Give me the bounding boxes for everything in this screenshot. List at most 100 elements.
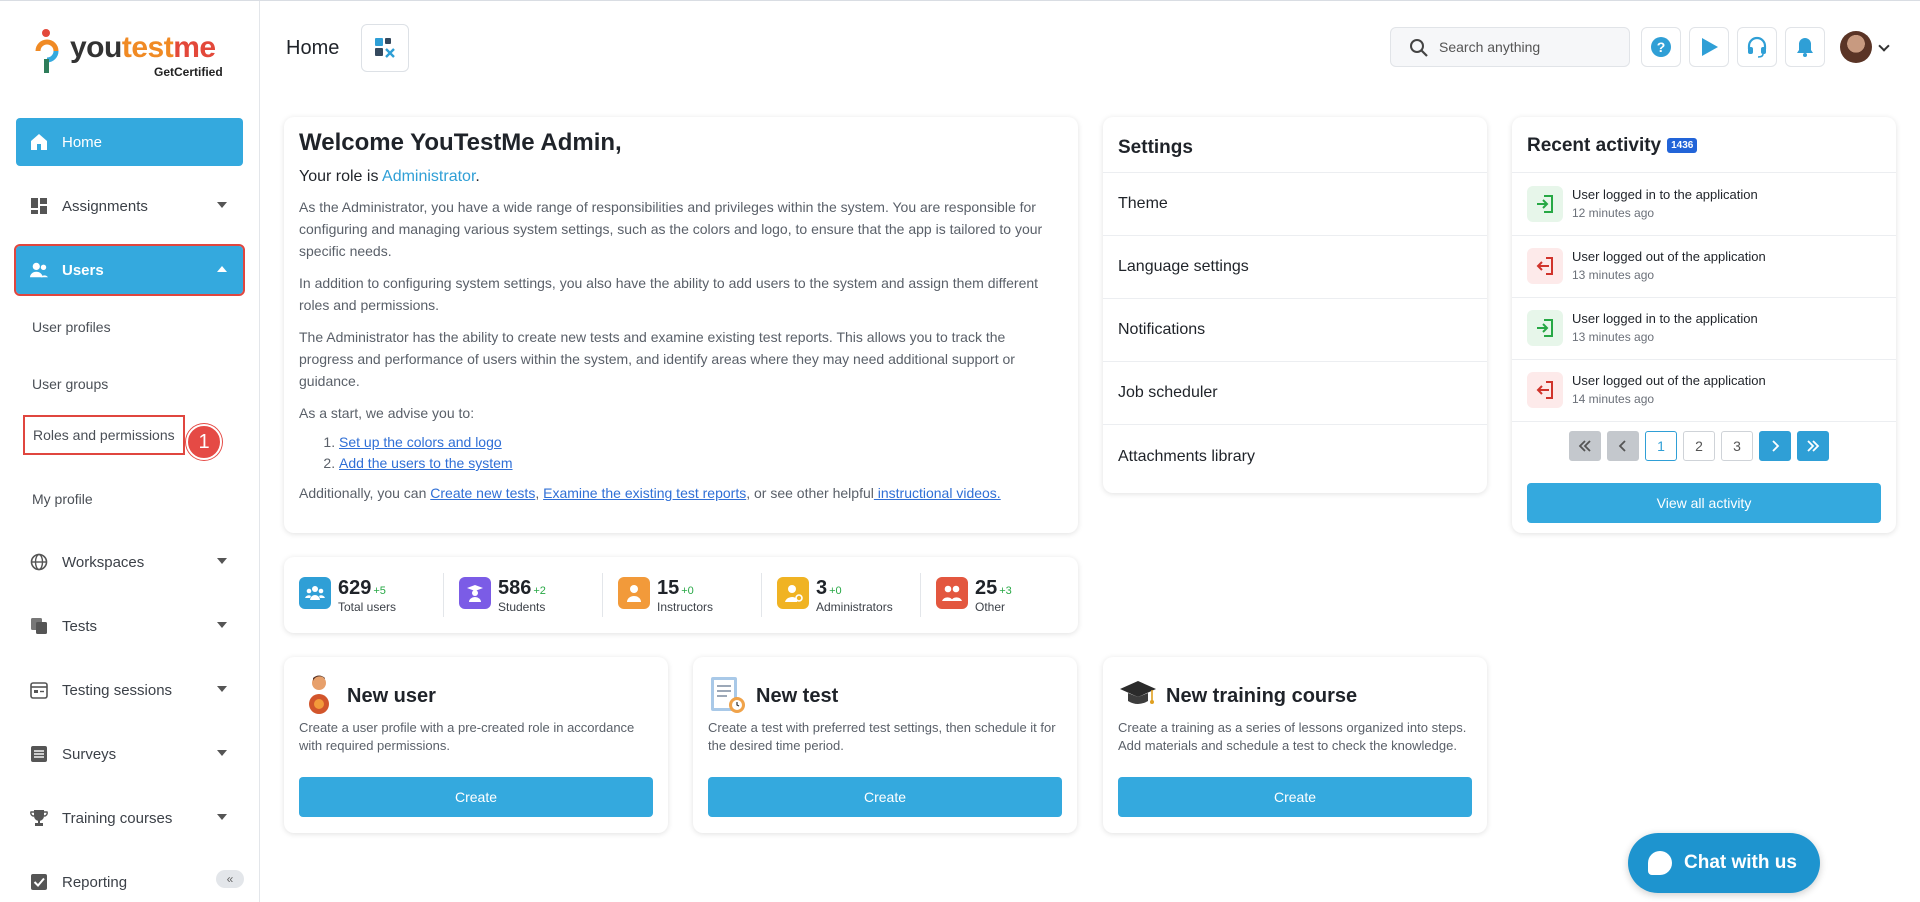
- activity-count-badge: 1436: [1667, 138, 1698, 153]
- welcome-steps: Set up the colors and logo Add the users…: [339, 432, 1063, 474]
- copy-icon: [30, 617, 48, 635]
- sidebar-subitem-roles-and-permissions[interactable]: Roles and permissions: [23, 415, 185, 455]
- stat-label: Administrators: [816, 600, 893, 614]
- sidebar-subitem-user-profiles[interactable]: User profiles: [32, 319, 111, 335]
- chevron-up-icon: [217, 266, 227, 272]
- collapse-sidebar-button[interactable]: «: [216, 870, 244, 888]
- page-button-3[interactable]: 3: [1721, 431, 1753, 461]
- activity-row[interactable]: User logged in to the application 12 min…: [1512, 174, 1896, 236]
- sidebar-item-workspaces[interactable]: Workspaces: [16, 538, 243, 586]
- stat-other: 25 +3 Other: [936, 577, 1012, 614]
- page-button-1[interactable]: 1: [1645, 431, 1677, 461]
- group-icon: [936, 577, 968, 609]
- search-placeholder: Search anything: [1439, 39, 1541, 55]
- sidebar-item-training-courses[interactable]: Training courses: [16, 794, 243, 842]
- settings-item-notifications[interactable]: Notifications: [1103, 299, 1487, 362]
- sidebar-item-testing-sessions[interactable]: Testing sessions: [16, 666, 243, 714]
- stat-administrators: 3 +0 Administrators: [777, 577, 893, 614]
- search-icon: [1409, 38, 1429, 61]
- setup-colors-link[interactable]: Set up the colors and logo: [339, 434, 502, 450]
- activity-row[interactable]: User logged out of the application 13 mi…: [1512, 236, 1896, 298]
- chevron-down-icon[interactable]: [1878, 40, 1890, 52]
- customize-layout-button[interactable]: [361, 24, 409, 72]
- layout-icon: [375, 38, 395, 58]
- welcome-paragraph-1: As the Administrator, you have a wide ra…: [299, 199, 1043, 259]
- sidebar-item-label: Tests: [62, 617, 98, 635]
- chat-label: Chat with us: [1684, 852, 1797, 873]
- sidebar-item-home[interactable]: Home: [16, 118, 243, 166]
- final-prefix: Additionally, you can: [299, 485, 431, 501]
- settings-item-theme[interactable]: Theme: [1103, 173, 1487, 236]
- logout-icon: [1527, 372, 1563, 408]
- create-test-button[interactable]: Create: [708, 777, 1062, 817]
- graduation-cap-icon: [1118, 673, 1158, 715]
- role-suffix: .: [475, 168, 480, 185]
- final-middle: , or see other helpful: [746, 485, 874, 501]
- chat-with-us-button[interactable]: Chat with us: [1628, 833, 1820, 893]
- sidebar-subitem-user-groups[interactable]: User groups: [32, 376, 108, 392]
- avatar[interactable]: [1840, 31, 1872, 63]
- sidebar-item-label: Reporting: [62, 873, 128, 891]
- brand-logo[interactable]: youtestme GetCertified: [34, 27, 234, 79]
- instructor-icon: [618, 577, 650, 609]
- activity-row[interactable]: User logged out of the application 14 mi…: [1512, 360, 1896, 422]
- new-test-card: New test Create a test with preferred te…: [693, 657, 1077, 833]
- notifications-button[interactable]: [1785, 27, 1825, 67]
- stat-label: Instructors: [657, 600, 714, 614]
- page-button-2[interactable]: 2: [1683, 431, 1715, 461]
- last-page-button[interactable]: [1797, 431, 1829, 461]
- stat-label: Students: [498, 600, 546, 614]
- settings-item-job-scheduler[interactable]: Job scheduler: [1103, 362, 1487, 425]
- sidebar-item-label: Testing sessions: [62, 681, 173, 699]
- stat-instructors: 15 +0 Instructors: [618, 577, 713, 614]
- stat-value: 629: [338, 577, 372, 599]
- search-input[interactable]: Search anything: [1390, 27, 1630, 67]
- activity-text: User logged out of the application: [1572, 249, 1766, 264]
- support-button[interactable]: [1737, 27, 1777, 67]
- stat-value: 15: [657, 577, 680, 599]
- welcome-paragraph-3: The Administrator has the ability to cre…: [299, 329, 1015, 389]
- first-page-button[interactable]: [1569, 431, 1601, 461]
- trophy-icon: [30, 809, 48, 827]
- settings-item-language[interactable]: Language settings: [1103, 236, 1487, 299]
- card-title: New test: [756, 685, 839, 707]
- globe-icon: [30, 553, 48, 571]
- welcome-paragraph-2: In addition to configuring system settin…: [299, 275, 1039, 313]
- list-icon: [30, 745, 48, 763]
- add-users-link[interactable]: Add the users to the system: [339, 455, 513, 471]
- welcome-step: Add the users to the system: [339, 453, 1063, 474]
- new-user-card: New user Create a user profile with a pr…: [284, 657, 668, 833]
- create-training-course-button[interactable]: Create: [1118, 777, 1472, 817]
- help-button[interactable]: ?: [1641, 27, 1681, 67]
- final-separator: ,: [535, 485, 544, 501]
- divider: [602, 573, 603, 617]
- step-badge: 1: [186, 424, 222, 460]
- next-page-button[interactable]: [1759, 431, 1791, 461]
- card-description: Create a training as a series of lessons…: [1118, 720, 1467, 753]
- stat-text: 15 +0 Instructors: [657, 577, 713, 614]
- video-tutorials-button[interactable]: [1689, 27, 1729, 67]
- examine-reports-link[interactable]: Examine the existing test reports: [543, 485, 746, 501]
- sidebar-item-reporting[interactable]: Reporting: [16, 858, 243, 902]
- sidebar-item-tests[interactable]: Tests: [16, 602, 243, 650]
- create-tests-link[interactable]: Create new tests: [430, 485, 535, 501]
- instructional-videos-link[interactable]: instructional videos.: [874, 485, 1001, 501]
- sidebar-subitem-my-profile[interactable]: My profile: [32, 491, 93, 507]
- view-all-activity-button[interactable]: View all activity: [1527, 483, 1881, 523]
- activity-time: 14 minutes ago: [1572, 392, 1655, 406]
- sidebar-item-users[interactable]: Users: [14, 244, 245, 296]
- activity-row[interactable]: User logged in to the application 13 min…: [1512, 298, 1896, 360]
- sidebar-item-surveys[interactable]: Surveys: [16, 730, 243, 778]
- sidebar-item-assignments[interactable]: Assignments: [16, 182, 243, 230]
- card-description: Create a user profile with a pre-created…: [299, 720, 635, 753]
- brand-wordmark: youtestme: [70, 31, 216, 64]
- card-description: Create a test with preferred test settin…: [708, 720, 1056, 753]
- sidebar-item-label: Training courses: [62, 809, 173, 827]
- admin-icon: [777, 577, 809, 609]
- settings-item-attachments[interactable]: Attachments library: [1103, 425, 1487, 488]
- previous-page-button[interactable]: [1607, 431, 1639, 461]
- stat-delta: +3: [999, 585, 1012, 597]
- create-user-button[interactable]: Create: [299, 777, 653, 817]
- logo-icon: [35, 29, 59, 73]
- stat-text: 586 +2 Students: [498, 577, 546, 614]
